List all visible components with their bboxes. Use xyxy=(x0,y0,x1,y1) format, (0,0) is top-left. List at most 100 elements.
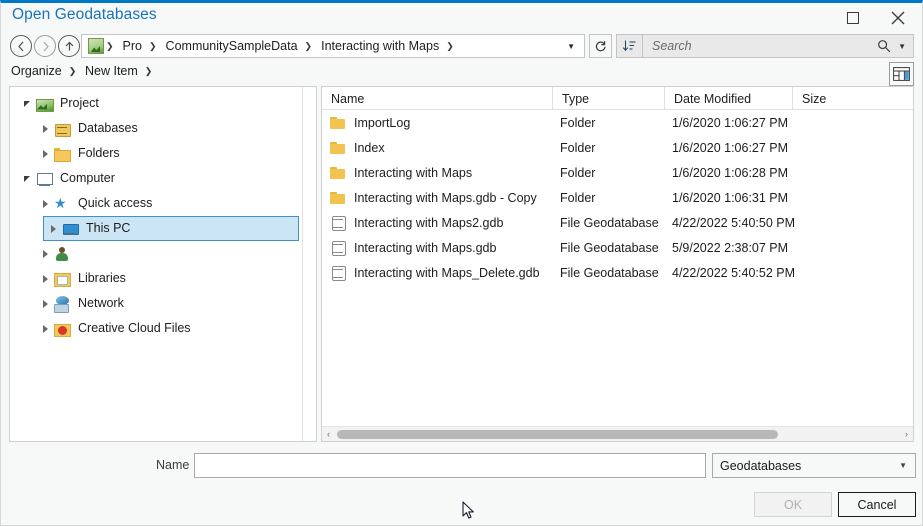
close-button[interactable] xyxy=(875,3,920,32)
refresh-button[interactable] xyxy=(589,34,612,58)
triangle-right-icon[interactable] xyxy=(36,274,54,283)
tree-item-network[interactable]: Network xyxy=(10,291,301,316)
cell-type: File Geodatabase xyxy=(560,265,659,280)
triangle-right-icon[interactable] xyxy=(36,324,54,333)
expander-glyph xyxy=(42,299,48,308)
ok-button[interactable]: OK xyxy=(754,492,832,517)
tree-item-creative-cloud-files[interactable]: Creative Cloud Files xyxy=(10,316,301,341)
cell-date: 4/22/2022 5:40:52 PM xyxy=(672,265,796,280)
tree-item-folders[interactable]: Folders xyxy=(10,141,301,166)
cell-name: ImportLog xyxy=(330,110,552,135)
triangle-right-icon[interactable] xyxy=(44,224,62,233)
cell-date: 1/6/2020 1:06:31 PM xyxy=(672,190,789,205)
table-row[interactable]: Index Folder 1/6/2020 1:06:27 PM xyxy=(322,135,913,160)
geodatabase-icon xyxy=(330,240,346,256)
expander-glyph xyxy=(42,274,48,283)
table-row[interactable]: Interacting with Maps.gdb - Copy Folder 1/… xyxy=(322,185,913,210)
cancel-label: Cancel xyxy=(857,497,897,512)
cell-date: 4/22/2022 5:40:50 PM xyxy=(672,215,796,230)
back-icon xyxy=(17,41,23,51)
search-input[interactable]: Search xyxy=(652,39,692,53)
cell-size xyxy=(807,135,897,160)
forward-button[interactable] xyxy=(34,35,56,57)
up-button[interactable] xyxy=(58,35,80,57)
expander-glyph xyxy=(42,124,48,133)
cell-name: Index xyxy=(330,135,552,160)
folder-icon xyxy=(54,146,71,162)
tree-vertical-scrollbar[interactable] xyxy=(302,87,316,441)
cell-type: Folder xyxy=(560,140,596,155)
triangle-down-icon[interactable] xyxy=(18,100,36,107)
breadcrumb-item-communitysampledata[interactable]: CommunitySampleData xyxy=(161,39,303,53)
chevron-down-icon[interactable]: ❯ xyxy=(104,41,118,52)
cell-date: 1/6/2020 1:06:27 PM xyxy=(672,115,789,130)
cell-size xyxy=(807,160,897,185)
tree-item-quick-access[interactable]: Quick access xyxy=(10,191,301,216)
databases-icon xyxy=(54,121,71,137)
table-row[interactable]: Interacting with Maps_Delete.gdb File Geo… xyxy=(322,260,913,285)
chevron-down-icon: ❯ xyxy=(144,65,153,76)
triangle-right-icon[interactable] xyxy=(36,149,54,158)
triangle-right-icon[interactable] xyxy=(36,299,54,308)
tree-item-databases[interactable]: Databases xyxy=(10,116,301,141)
search-icon[interactable] xyxy=(877,39,891,53)
tree-item-project[interactable]: Project xyxy=(10,91,301,116)
scroll-right-icon[interactable]: › xyxy=(900,429,913,439)
triangle-right-icon[interactable] xyxy=(36,199,54,208)
tree-item-this-pc[interactable]: This PC xyxy=(43,216,299,241)
column-header-size[interactable]: Size xyxy=(792,87,913,110)
chevron-down-icon[interactable]: ❯ xyxy=(147,41,161,52)
expander-glyph xyxy=(42,199,48,208)
tree-item-libraries[interactable]: Libraries xyxy=(10,266,301,291)
tree-item-label: Project xyxy=(60,96,99,111)
sort-button[interactable] xyxy=(617,35,643,57)
chevron-down-icon[interactable]: ▼ xyxy=(898,42,906,51)
new-item-label: New Item xyxy=(85,64,138,78)
file-name: Interacting with Maps xyxy=(354,165,473,180)
address-dropdown-icon[interactable]: ▼ xyxy=(561,42,584,51)
geodatabase-icon xyxy=(330,265,346,281)
breadcrumb-item-interacting-with-maps[interactable]: Interacting with Maps xyxy=(316,39,444,53)
file-name: Index xyxy=(354,140,385,155)
name-input[interactable] xyxy=(194,453,706,478)
cell-name: Interacting with Maps xyxy=(330,160,552,185)
chevron-down-icon[interactable]: ❯ xyxy=(444,41,458,52)
file-list-horizontal-scrollbar[interactable]: ‹ › xyxy=(322,426,913,441)
address-bar[interactable]: ❯ Pro ❯ CommunitySampleData ❯ Interactin… xyxy=(81,34,585,58)
view-mode-button[interactable] xyxy=(889,62,914,86)
breadcrumb-item-pro[interactable]: Pro xyxy=(118,39,147,53)
table-row[interactable]: Interacting with Maps2.gdb File Geodataba… xyxy=(322,210,913,235)
page-title: Open Geodatabases xyxy=(12,6,157,23)
triangle-right-icon[interactable] xyxy=(36,249,54,258)
new-item-menu-button[interactable]: New Item ❯ xyxy=(85,64,156,78)
file-name: Interacting with Maps2.gdb xyxy=(354,215,504,230)
triangle-right-icon[interactable] xyxy=(36,124,54,133)
chevron-down-icon[interactable]: ❯ xyxy=(303,41,317,52)
column-header-type[interactable]: Type xyxy=(552,87,664,110)
maximize-button[interactable] xyxy=(830,3,875,32)
search-box[interactable]: Search ▼ xyxy=(616,34,914,58)
file-type-dropdown[interactable]: Geodatabases ▼ xyxy=(712,453,916,478)
chevron-down-icon: ❯ xyxy=(68,65,77,76)
expander-glyph xyxy=(24,100,30,107)
organize-label: Organize xyxy=(11,64,62,78)
expander-glyph xyxy=(42,249,48,258)
scroll-left-icon[interactable]: ‹ xyxy=(322,429,335,439)
cell-size xyxy=(807,210,897,235)
triangle-down-icon[interactable] xyxy=(18,175,36,182)
table-row[interactable]: ImportLog Folder 1/6/2020 1:06:27 PM xyxy=(322,110,913,135)
file-name: ImportLog xyxy=(354,115,411,130)
tree-item-computer[interactable]: Computer xyxy=(10,166,301,191)
folder-tree: Project Databases Folders Computer Quick acc… xyxy=(10,91,301,341)
cell-date: 1/6/2020 1:06:28 PM xyxy=(672,165,789,180)
scrollbar-thumb[interactable] xyxy=(337,429,778,439)
column-header-name[interactable]: Name xyxy=(322,87,552,110)
back-button[interactable] xyxy=(10,35,32,57)
column-header-date[interactable]: Date Modified xyxy=(664,87,792,110)
scrollbar-track[interactable] xyxy=(335,427,900,442)
tree-item-user[interactable] xyxy=(10,241,301,266)
table-row[interactable]: Interacting with Maps.gdb File Geodatabas… xyxy=(322,235,913,260)
cancel-button[interactable]: Cancel xyxy=(838,492,916,517)
table-row[interactable]: Interacting with Maps Folder 1/6/2020 1:06… xyxy=(322,160,913,185)
organize-menu-button[interactable]: Organize ❯ xyxy=(11,64,80,78)
